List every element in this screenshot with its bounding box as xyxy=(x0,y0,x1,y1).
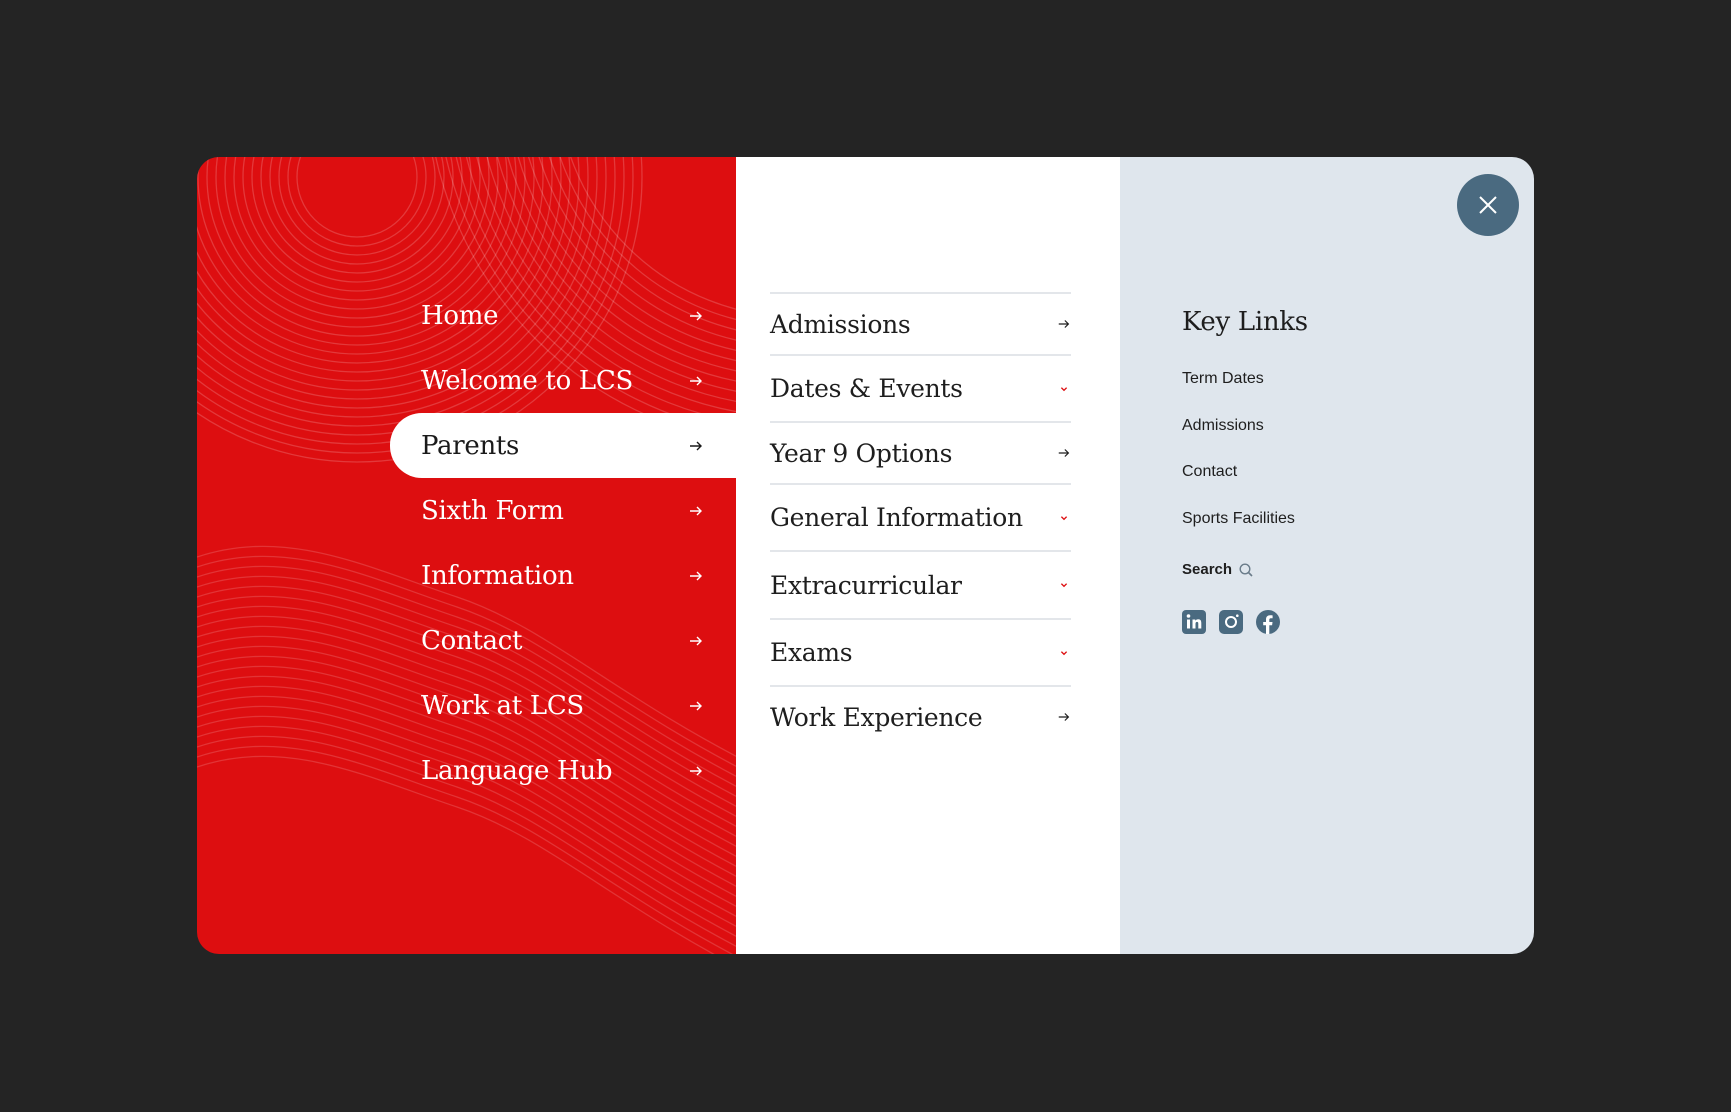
secondary-nav-label: Dates & Events xyxy=(770,374,963,403)
secondary-nav-item-year-9-options[interactable]: Year 9 Options xyxy=(770,423,1071,485)
arrow-right-icon xyxy=(690,441,702,450)
secondary-nav-label: Year 9 Options xyxy=(770,438,953,468)
close-icon xyxy=(1479,196,1497,214)
primary-nav-label: Home xyxy=(421,300,499,331)
arrow-right-icon xyxy=(1058,449,1070,457)
search-button[interactable]: Search xyxy=(1182,561,1254,578)
arrow-right-icon xyxy=(690,701,702,710)
arrow-right-icon xyxy=(690,766,702,775)
key-links-list: Term Dates Admissions Contact Sports Fac… xyxy=(1182,370,1295,556)
primary-nav-item-contact[interactable]: Contact xyxy=(197,608,736,673)
secondary-nav-list: Admissions Dates & Events Year 9 Options… xyxy=(770,292,1071,747)
arrow-right-icon xyxy=(690,311,702,320)
secondary-nav-item-exams[interactable]: Exams xyxy=(770,620,1071,687)
key-link-term-dates[interactable]: Term Dates xyxy=(1182,370,1295,417)
primary-nav-item-language-hub[interactable]: Language Hub xyxy=(197,738,736,803)
arrow-right-icon xyxy=(690,636,702,645)
key-link-admissions[interactable]: Admissions xyxy=(1182,417,1295,464)
primary-nav-item-sixth-form[interactable]: Sixth Form xyxy=(197,478,736,543)
primary-nav-label: Work at LCS xyxy=(421,690,584,721)
secondary-nav-item-dates-events[interactable]: Dates & Events xyxy=(770,356,1071,423)
primary-nav-item-parents[interactable]: Parents xyxy=(197,413,736,478)
primary-nav-label: Parents xyxy=(421,430,520,461)
close-button[interactable] xyxy=(1457,174,1519,236)
arrow-right-icon xyxy=(690,506,702,515)
primary-nav-label: Sixth Form xyxy=(421,495,564,526)
secondary-nav-item-extracurricular[interactable]: Extracurricular xyxy=(770,552,1071,620)
secondary-nav-item-work-experience[interactable]: Work Experience xyxy=(770,687,1071,747)
arrow-right-icon xyxy=(1058,320,1070,328)
primary-nav-item-welcome[interactable]: Welcome to LCS xyxy=(197,348,736,413)
primary-nav-column: Home Welcome to LCS Parents Sixth Form I… xyxy=(197,157,736,954)
primary-nav-item-information[interactable]: Information xyxy=(197,543,736,608)
arrow-right-icon xyxy=(690,376,702,385)
secondary-nav-label: Exams xyxy=(770,638,853,667)
chevron-down-icon xyxy=(1060,515,1068,520)
secondary-nav-label: Admissions xyxy=(770,309,911,339)
key-link-contact[interactable]: Contact xyxy=(1182,463,1295,510)
key-links-title: Key Links xyxy=(1182,307,1308,337)
social-links xyxy=(1182,610,1280,634)
secondary-nav-column: Admissions Dates & Events Year 9 Options… xyxy=(736,157,1120,954)
arrow-right-icon xyxy=(1058,713,1070,721)
primary-nav-label: Information xyxy=(421,560,574,591)
secondary-nav-label: General Information xyxy=(770,503,1023,532)
key-link-sports-facilities[interactable]: Sports Facilities xyxy=(1182,510,1295,557)
chevron-down-icon xyxy=(1060,386,1068,391)
chevron-down-icon xyxy=(1060,583,1068,588)
primary-nav-item-home[interactable]: Home xyxy=(197,283,736,348)
secondary-nav-label: Work Experience xyxy=(770,702,983,732)
linkedin-icon[interactable] xyxy=(1182,610,1206,634)
navigation-menu-panel: Home Welcome to LCS Parents Sixth Form I… xyxy=(197,157,1534,954)
chevron-down-icon xyxy=(1060,650,1068,655)
secondary-nav-label: Extracurricular xyxy=(770,570,962,600)
key-links-column: Key Links Term Dates Admissions Contact … xyxy=(1120,157,1534,954)
primary-nav-item-work-at-lcs[interactable]: Work at LCS xyxy=(197,673,736,738)
search-label: Search xyxy=(1182,561,1233,578)
primary-nav-label: Contact xyxy=(421,625,523,656)
secondary-nav-item-admissions[interactable]: Admissions xyxy=(770,294,1071,356)
facebook-icon[interactable] xyxy=(1256,610,1280,634)
secondary-nav-item-general-information[interactable]: General Information xyxy=(770,485,1071,552)
search-icon xyxy=(1239,562,1253,577)
arrow-right-icon xyxy=(690,571,702,580)
primary-nav-label: Language Hub xyxy=(421,755,613,786)
primary-nav-label: Welcome to LCS xyxy=(421,365,633,396)
instagram-icon[interactable] xyxy=(1219,610,1243,634)
primary-nav-list: Home Welcome to LCS Parents Sixth Form I… xyxy=(197,283,736,803)
